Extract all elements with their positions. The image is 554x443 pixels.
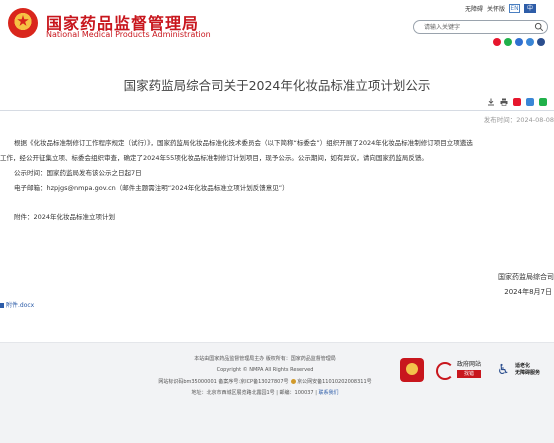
footer-copyright: Copyright © NMPA All Rights Reserved bbox=[216, 367, 314, 373]
weibo-icon[interactable] bbox=[493, 38, 501, 46]
attachment-link-text[interactable]: 附件.docx bbox=[6, 302, 34, 309]
article-tools bbox=[487, 98, 547, 106]
address-text: 地址：北京市西城区展览路北露园1号 | 邮编：100037 | bbox=[191, 390, 317, 396]
signature-org: 国家药监局综合司 bbox=[498, 273, 554, 281]
lang-cn-button[interactable]: 中 bbox=[524, 4, 536, 13]
find-error-label: 找错 bbox=[457, 370, 482, 378]
elder-accessibility-icon[interactable]: ♿ bbox=[497, 362, 513, 378]
article-paragraph-1-line-2: 工作，经公开征集立项、标委会组织审查，确定了2024年55项化妆品标准制修订计划… bbox=[0, 154, 428, 162]
national-emblem-logo[interactable] bbox=[8, 8, 38, 38]
party-organ-badge[interactable] bbox=[400, 358, 424, 382]
search-icon[interactable] bbox=[534, 22, 544, 32]
article-paragraph-1-line-1: 根据《化妆品标准制修订工作程序规定（试行）》，国家药监局化妆品标准化技术委员会（… bbox=[14, 139, 473, 147]
print-icon[interactable] bbox=[500, 98, 508, 106]
contact-us-link[interactable]: 联系我们 bbox=[319, 390, 339, 396]
search-input[interactable] bbox=[424, 22, 524, 32]
footer-sponsor: 本站由国家药品监督管理局主办 版权所有：国家药品监督管理局 bbox=[194, 356, 336, 362]
wechat-icon[interactable] bbox=[504, 38, 512, 46]
accessible-link[interactable]: 无障碍 bbox=[465, 4, 483, 13]
title-divider bbox=[0, 110, 554, 111]
gov-site-error-label[interactable]: 政府网站 找错 bbox=[457, 361, 482, 378]
signature-date: 2024年8月7日 bbox=[504, 288, 552, 296]
gov-site-label: 政府网站 bbox=[457, 361, 482, 368]
accessibility-icon[interactable] bbox=[537, 38, 545, 46]
site-footer: 本站由国家药品监督管理局主办 版权所有：国家药品监督管理局 Copyright … bbox=[0, 342, 554, 443]
wechat-share-icon[interactable] bbox=[539, 98, 547, 106]
care-mode-link[interactable]: 关怀版 bbox=[487, 4, 505, 13]
mobile-icon[interactable] bbox=[515, 38, 523, 46]
document-icon bbox=[0, 303, 4, 308]
search-box bbox=[413, 20, 548, 34]
article-paragraph-4: 附件：2024年化妆品标准立项计划 bbox=[14, 213, 116, 221]
lang-en-button[interactable]: EN bbox=[509, 4, 520, 13]
share-icons bbox=[493, 38, 545, 46]
weibo-share-icon[interactable] bbox=[513, 98, 521, 106]
top-links: 无障碍 关怀版 EN 中 bbox=[465, 4, 536, 13]
accessible-service-label: 无障碍服务 bbox=[515, 370, 541, 376]
publish-date: 发布时间：2024-08-08 bbox=[483, 116, 554, 124]
download-icon[interactable] bbox=[487, 98, 495, 106]
footer-registration: 网站标识码bm35000001 备案序号:京ICP备13027807号 京公网安… bbox=[140, 378, 390, 385]
site-name-en[interactable]: National Medical Products Administration bbox=[46, 30, 211, 39]
mail-icon[interactable] bbox=[526, 38, 534, 46]
elder-friendly-label: 适老化 bbox=[515, 363, 531, 369]
article-paragraph-3: 电子邮箱：hzpjgs@nmpa.gov.cn（邮件主题需注明“2024年化妆品… bbox=[14, 184, 289, 192]
attachment-link[interactable]: 附件.docx bbox=[0, 300, 34, 309]
elder-accessibility-label[interactable]: 适老化 无障碍服务 bbox=[515, 363, 540, 377]
footer-address: 地址：北京市西城区展览路北露园1号 | 邮编：100037 | 联系我们 bbox=[140, 389, 390, 396]
police-badge-icon bbox=[291, 379, 297, 384]
site-id: 网站标识码bm35000001 bbox=[158, 379, 217, 385]
icp-link[interactable]: 备案序号:京ICP备13027807号 bbox=[218, 379, 288, 385]
police-link[interactable]: 京公网安备11010202008311号 bbox=[297, 379, 372, 385]
article-title: 国家药监局综合司关于2024年化妆品标准立项计划公示 bbox=[123, 78, 431, 93]
gov-site-error-badge-icon[interactable] bbox=[436, 362, 454, 380]
article-paragraph-2: 公示时间：国家药监局发布该公示之日起7日 bbox=[14, 169, 142, 177]
qq-share-icon[interactable] bbox=[526, 98, 534, 106]
site-header: 国家药品监督管理局 National Medical Products Admi… bbox=[0, 0, 554, 48]
